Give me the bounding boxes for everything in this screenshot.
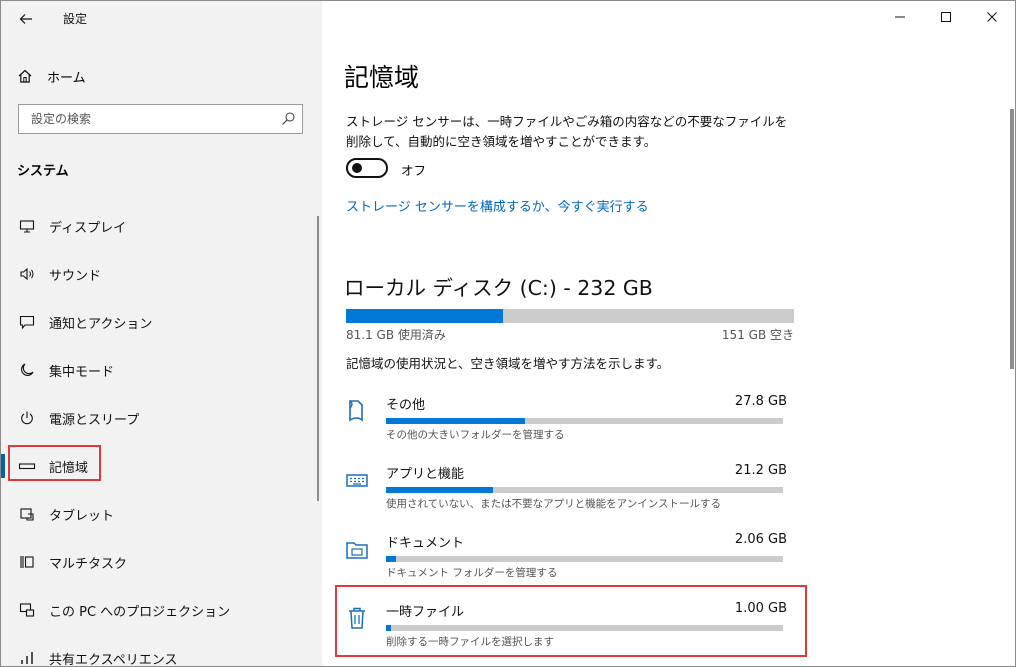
category-name: ドキュメント xyxy=(386,536,465,551)
category-apps[interactable]: アプリと機能 21.2 GB 使用されていない、または不要なアプリと機能をアンイ… xyxy=(342,463,787,523)
toggle-knob xyxy=(352,163,362,173)
category-documents[interactable]: ドキュメント 2.06 GB ドキュメント フォルダーを管理する xyxy=(342,532,787,592)
home-icon xyxy=(18,69,32,83)
sidebar-item-sound[interactable]: サウンド xyxy=(1,252,322,296)
category-name: その他 xyxy=(386,398,426,413)
folder-icon xyxy=(346,542,368,559)
main-scrollbar[interactable] xyxy=(1010,109,1014,369)
category-usage-bar xyxy=(386,418,783,424)
category-usage-fill xyxy=(386,418,525,424)
sidebar-item-label: サウンド xyxy=(49,268,102,284)
back-button[interactable] xyxy=(13,5,39,31)
category-size: 21.2 GB xyxy=(734,463,787,478)
usage-description: 記憶域の使用状況と、空き領域を増やす方法を示します。 xyxy=(346,356,670,371)
speaker-icon xyxy=(18,265,36,283)
storage-sense-toggle[interactable] xyxy=(346,158,388,178)
maximize-icon xyxy=(941,12,951,22)
moon-icon xyxy=(18,361,36,379)
disk-title: ローカル ディスク (C:) - 232 GB xyxy=(344,276,653,300)
minimize-icon xyxy=(895,16,905,18)
folder-document-icon xyxy=(349,400,363,422)
category-size: 2.06 GB xyxy=(734,532,787,547)
close-button[interactable] xyxy=(969,1,1015,33)
minimize-button[interactable] xyxy=(877,1,923,33)
sidebar-item-display[interactable]: ディスプレイ xyxy=(1,204,322,248)
search-icon[interactable] xyxy=(280,111,296,127)
home-label: ホーム xyxy=(47,70,86,86)
sidebar-item-notifications[interactable]: 通知とアクション xyxy=(1,300,322,344)
sidebar-item-multitask[interactable]: マルチタスク xyxy=(1,540,322,584)
toggle-state-label: オフ xyxy=(401,163,427,178)
sidebar-item-power[interactable]: 電源とスリープ xyxy=(1,396,322,440)
category-name: アプリと機能 xyxy=(386,467,465,482)
settings-window: 設定 ホーム システム ディスプレイ xyxy=(0,0,1016,667)
highlight-box xyxy=(335,585,807,657)
category-description: その他の大きいフォルダーを管理する xyxy=(386,429,565,441)
sidebar-item-label: 電源とスリープ xyxy=(49,412,140,428)
main-panel: 記憶域 ストレージ センサーは、一時ファイルやごみ箱の内容などの不要なファイルを… xyxy=(322,1,1015,666)
disk-usage-bar xyxy=(346,309,794,323)
search-input[interactable] xyxy=(29,111,273,127)
category-description: ドキュメント フォルダーを管理する xyxy=(386,567,558,579)
sidebar-scrollbar[interactable] xyxy=(317,216,319,501)
category-usage-fill xyxy=(386,487,494,493)
category-description: 使用されていない、または不要なアプリと機能をアンインストールする xyxy=(386,498,722,510)
category-other[interactable]: その他 27.8 GB その他の大きいフォルダーを管理する xyxy=(342,394,787,454)
sidebar-item-label: 共有エクスペリエンス xyxy=(49,652,178,667)
multitask-icon xyxy=(18,553,36,571)
sidebar-item-tablet[interactable]: タブレット xyxy=(1,492,322,536)
sidebar-item-projection[interactable]: この PC へのプロジェクション xyxy=(1,588,322,632)
app-title: 設定 xyxy=(63,12,88,26)
sidebar-item-label: マルチタスク xyxy=(49,556,128,572)
sidebar-item-label: この PC へのプロジェクション xyxy=(49,604,231,620)
power-icon xyxy=(18,409,36,427)
category-usage-bar xyxy=(386,487,783,493)
category-usage-bar xyxy=(386,556,783,562)
sidebar-item-label: 集中モード xyxy=(49,364,115,380)
projection-icon xyxy=(18,601,36,619)
disk-used-label: 81.1 GB 使用済み xyxy=(346,328,446,342)
sidebar: 設定 ホーム システム ディスプレイ xyxy=(1,1,322,666)
shared-icon xyxy=(18,649,36,666)
tablet-icon xyxy=(18,505,36,523)
configure-storage-sense-link[interactable]: ストレージ センサーを構成するか、今すぐ実行する xyxy=(346,196,649,215)
disk-usage-fill xyxy=(346,309,503,323)
close-icon xyxy=(987,12,997,22)
monitor-icon xyxy=(18,217,36,235)
highlight-box xyxy=(8,445,101,481)
active-indicator xyxy=(1,454,5,478)
sidebar-item-label: ディスプレイ xyxy=(49,220,127,236)
message-icon xyxy=(18,313,36,331)
home-link[interactable]: ホーム xyxy=(17,65,86,87)
section-heading: システム xyxy=(17,164,69,179)
disk-free-label: 151 GB 空き xyxy=(721,328,794,342)
sidebar-item-label: タブレット xyxy=(49,508,115,524)
search-box[interactable] xyxy=(18,104,303,134)
category-usage-fill xyxy=(386,556,396,562)
arrow-left-icon xyxy=(19,13,32,24)
sidebar-item-label: 通知とアクション xyxy=(49,316,153,332)
storage-sense-description: ストレージ センサーは、一時ファイルやごみ箱の内容などの不要なファイルを削除して… xyxy=(346,114,788,149)
sidebar-item-shared[interactable]: 共有エクスペリエンス xyxy=(1,636,322,667)
keyboard-icon xyxy=(346,474,368,487)
page-title: 記憶域 xyxy=(344,63,420,92)
category-size: 27.8 GB xyxy=(734,394,787,409)
maximize-button[interactable] xyxy=(923,1,969,33)
sidebar-item-focus[interactable]: 集中モード xyxy=(1,348,322,392)
